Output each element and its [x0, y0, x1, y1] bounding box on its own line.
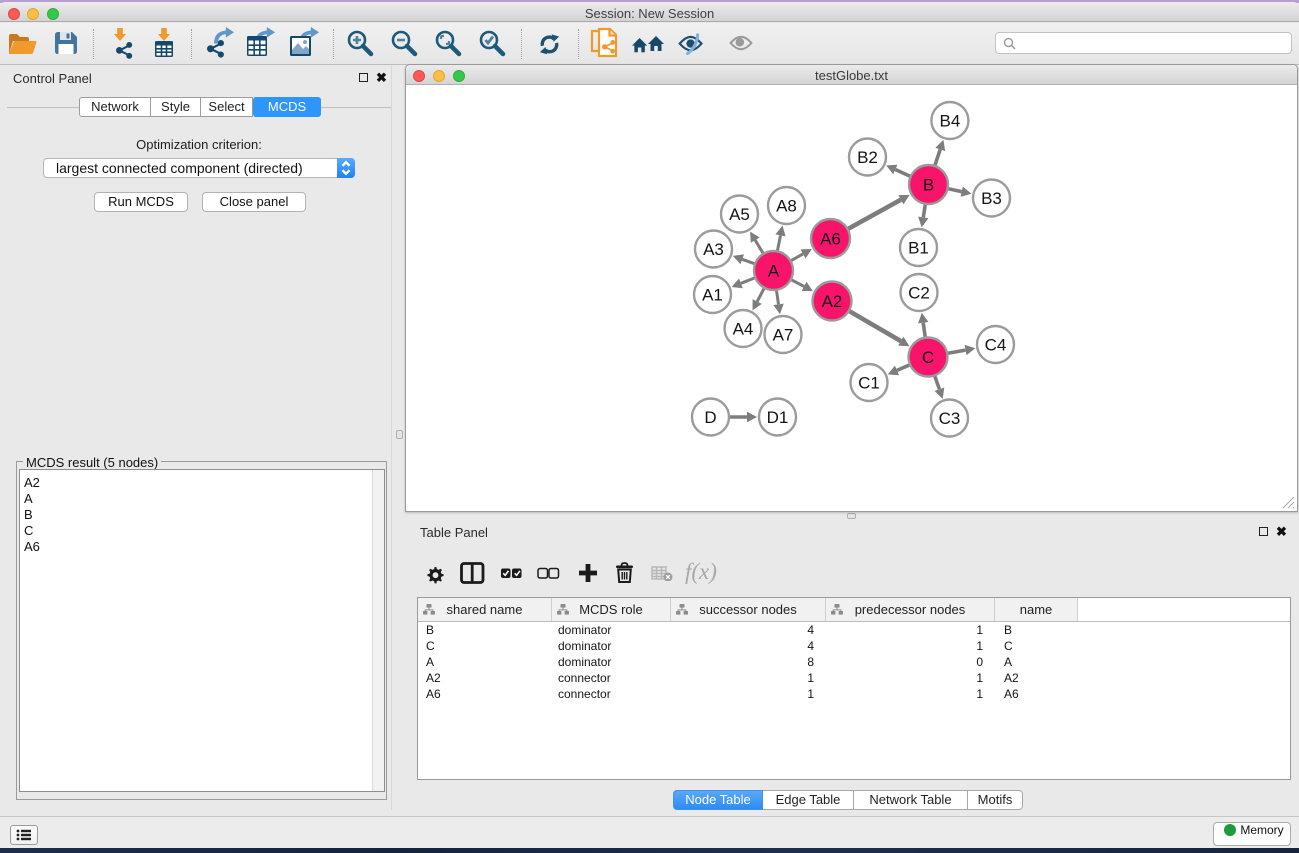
svg-text:B2: B2	[857, 148, 878, 167]
svg-text:A1: A1	[702, 286, 723, 305]
svg-text:A6: A6	[820, 230, 841, 249]
svg-text:B4: B4	[940, 112, 961, 131]
svg-text:A8: A8	[776, 197, 797, 216]
svg-text:C2: C2	[908, 284, 930, 303]
svg-text:C3: C3	[939, 409, 961, 428]
svg-text:A7: A7	[773, 326, 794, 345]
svg-text:A4: A4	[733, 320, 754, 339]
svg-text:B: B	[923, 176, 934, 195]
svg-text:A3: A3	[703, 240, 724, 259]
svg-text:D: D	[704, 408, 716, 427]
svg-text:A5: A5	[729, 205, 750, 224]
svg-text:A2: A2	[822, 292, 843, 311]
svg-text:B1: B1	[908, 239, 929, 258]
svg-text:C1: C1	[858, 374, 880, 393]
svg-text:D1: D1	[767, 408, 789, 427]
svg-text:B3: B3	[981, 189, 1002, 208]
svg-text:C: C	[922, 348, 934, 367]
svg-text:C4: C4	[985, 336, 1007, 355]
svg-text:A: A	[768, 262, 780, 281]
